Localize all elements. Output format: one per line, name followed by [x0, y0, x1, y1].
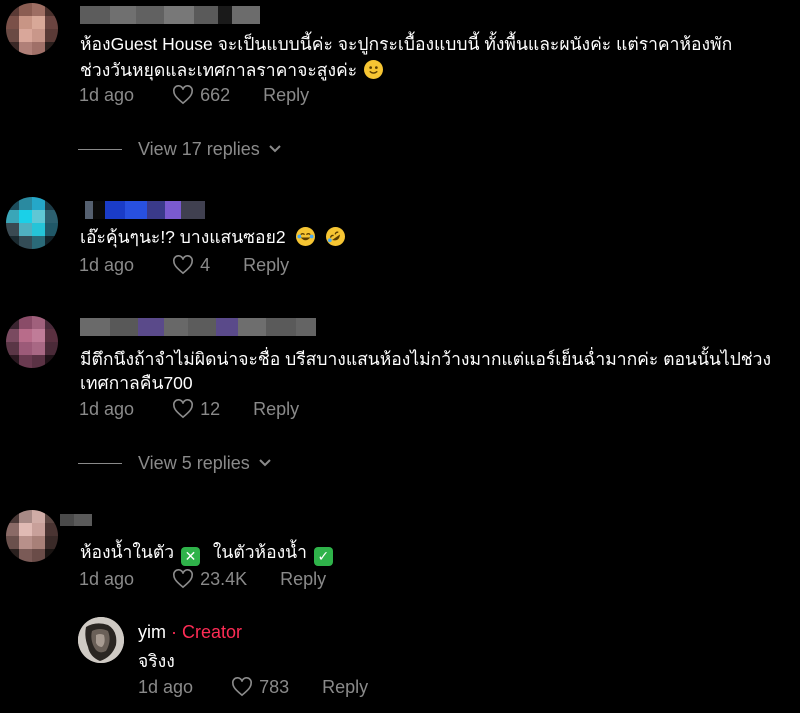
- creator-name-row: yim · Creator: [138, 622, 242, 643]
- reply-button[interactable]: Reply: [280, 569, 326, 590]
- avatar[interactable]: [6, 510, 58, 562]
- creator-avatar[interactable]: [78, 617, 124, 663]
- check-mark-button-icon: ✓: [313, 547, 333, 566]
- comment-text: ห้องน้ำในตัว ✕ ในตัวห้องน้ำ ✓: [80, 539, 335, 566]
- username-blurred[interactable]: [80, 6, 260, 24]
- creator-avatar-image: [78, 617, 124, 663]
- name-separator: ·: [166, 622, 182, 642]
- divider-line: [78, 148, 122, 150]
- reply-button[interactable]: Reply: [322, 677, 368, 698]
- rolling-on-the-floor-laughing-icon: [326, 227, 346, 246]
- avatar[interactable]: [6, 197, 58, 249]
- username-blurred[interactable]: [85, 201, 205, 219]
- slightly-smiling-face-icon: [364, 60, 383, 79]
- like-count: 662: [200, 84, 231, 105]
- comment-meta: 1d ago 4 Reply: [79, 252, 289, 278]
- username-blurred[interactable]: [60, 514, 92, 526]
- timestamp: 1d ago: [79, 568, 135, 589]
- timestamp: 1d ago: [79, 398, 135, 419]
- heart-icon: [173, 399, 194, 419]
- like-count: 12: [200, 398, 221, 419]
- comment-text: มีตึกนึงถ้าจำไม่ผิดน่าจะชื่อ บรีสบางแสนห…: [80, 349, 772, 369]
- comment-text-line-2: เทศกาลคืน700: [80, 373, 193, 393]
- timestamp: 1d ago: [79, 254, 135, 275]
- username-blurred[interactable]: [80, 318, 316, 336]
- reply-button[interactable]: Reply: [253, 399, 299, 420]
- comment-text: ห้องGuest House จะเป็นแบบนี้ค่ะ จะปูกระเ…: [80, 34, 733, 54]
- comment-meta: 1d ago 12 Reply: [79, 396, 299, 422]
- timestamp: 1d ago: [138, 676, 194, 697]
- reply-button[interactable]: Reply: [263, 85, 309, 106]
- avatar[interactable]: [6, 3, 58, 55]
- divider-line: [78, 462, 122, 464]
- cross-mark-button-icon: ✕: [180, 547, 200, 566]
- reply-text: จริงง: [138, 651, 175, 671]
- like-count: 23.4K: [200, 568, 248, 589]
- comment-meta: 1d ago 662 Reply: [79, 82, 309, 108]
- like-button[interactable]: 23.4K: [172, 569, 247, 590]
- face-with-tears-of-joy-icon: [296, 227, 316, 246]
- heart-icon: [173, 255, 194, 275]
- heart-icon: [232, 677, 253, 697]
- chevron-down-icon: [269, 145, 281, 153]
- timestamp: 1d ago: [79, 84, 135, 105]
- like-count: 783: [259, 676, 290, 697]
- reply-button[interactable]: Reply: [243, 255, 289, 276]
- comment-meta: 1d ago 23.4K Reply: [79, 566, 326, 592]
- heart-icon: [173, 569, 194, 589]
- comment-text-line-2: ช่วงวันหยุดและเทศกาลราคาจะสูงค่ะ: [80, 57, 385, 83]
- comment-text: เอ๊ะคุ้นๆนะ!? บางแสนซอย2: [80, 224, 347, 250]
- heart-icon: [173, 85, 194, 105]
- view-replies-button[interactable]: View 17 replies: [78, 136, 282, 162]
- creator-badge: Creator: [182, 622, 243, 642]
- like-button[interactable]: 12: [172, 399, 220, 420]
- like-count: 4: [200, 254, 211, 275]
- like-button[interactable]: 662: [172, 85, 230, 106]
- like-button[interactable]: 783: [231, 677, 289, 698]
- avatar[interactable]: [6, 316, 58, 368]
- creator-username[interactable]: yim: [138, 622, 166, 642]
- reply-meta: 1d ago 783 Reply: [138, 674, 368, 700]
- chevron-down-icon: [259, 459, 271, 467]
- view-replies-button[interactable]: View 5 replies: [78, 450, 272, 476]
- like-button[interactable]: 4: [172, 255, 210, 276]
